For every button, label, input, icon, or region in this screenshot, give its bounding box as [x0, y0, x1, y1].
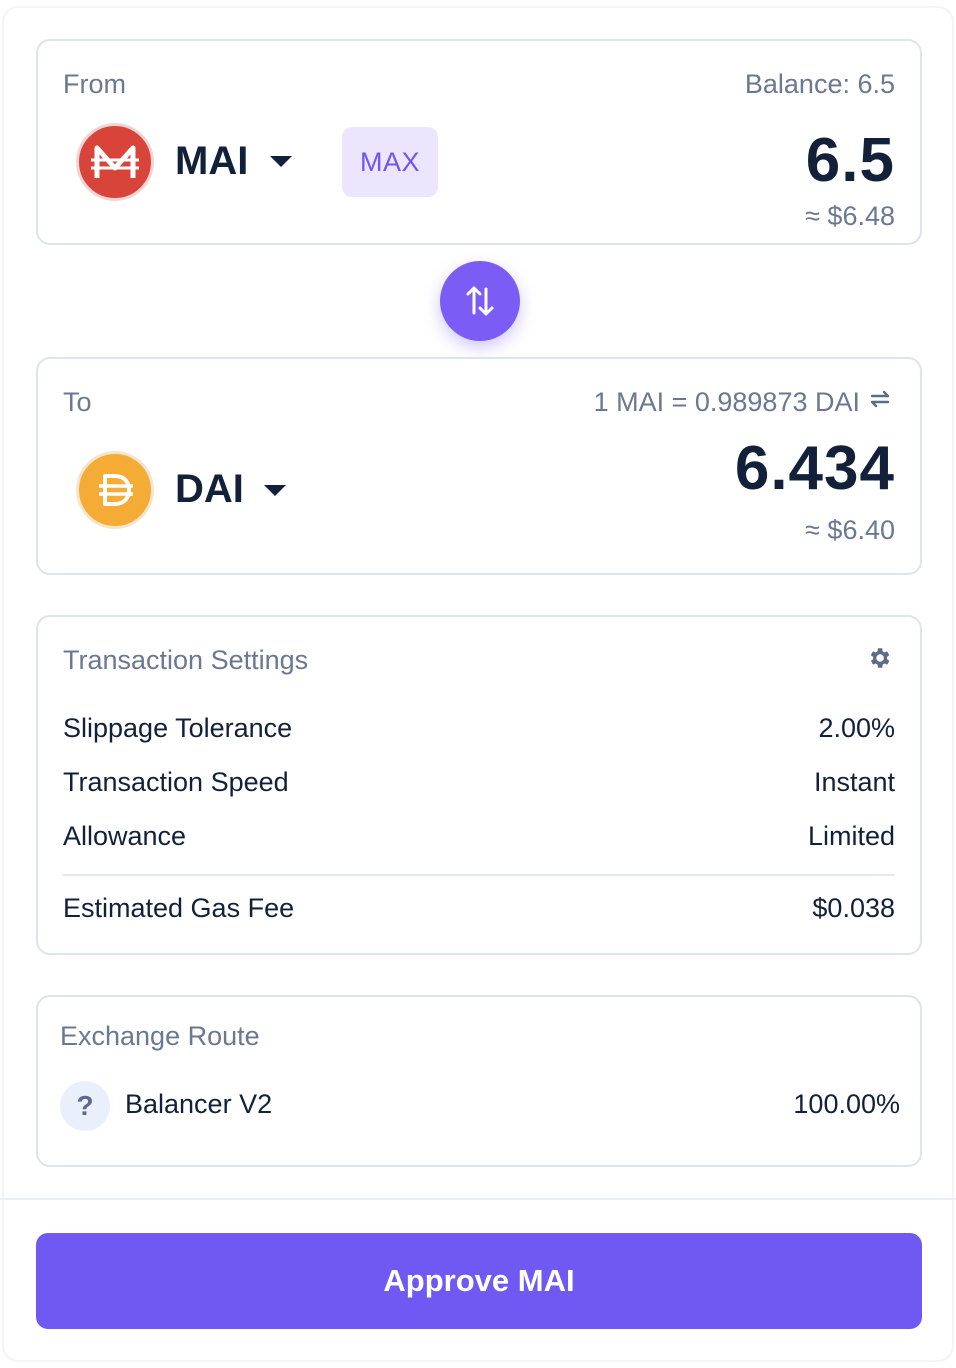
from-token-name[interactable]: MAI [175, 139, 248, 184]
slippage-label: Slippage Tolerance [63, 713, 293, 743]
approve-button[interactable]: Approve MAI [36, 1233, 922, 1329]
gas-fee-label: Estimated Gas Fee [63, 893, 295, 923]
to-token-name[interactable]: DAI [175, 467, 244, 512]
swap-panel: From Balance: 6.5 MAI MAX 6.5 ≈ $6.48 To… [0, 0, 956, 1368]
gas-fee-row: Estimated Gas Fee $0.038 [63, 893, 895, 924]
settings-divider [63, 874, 895, 876]
transaction-settings-card: Transaction Settings Slippage Tolerance … [36, 615, 922, 955]
settings-title: Transaction Settings [63, 645, 309, 675]
chevron-down-icon[interactable] [264, 485, 286, 496]
swap-arrows-icon [466, 286, 494, 316]
balance-label[interactable]: Balance: 6.5 [745, 69, 895, 100]
speed-value: Instant [813, 767, 895, 797]
gas-fee-value: $0.038 [812, 893, 895, 923]
allowance-label: Allowance [63, 821, 187, 851]
from-amount-input[interactable]: 6.5 [806, 125, 895, 196]
to-card: To 1 MAI = 0.989873 DAI DAI 6.434 ≈ $6.4… [36, 357, 922, 575]
question-icon: ? [60, 1081, 110, 1131]
route-percent: 100.00% [793, 1089, 900, 1119]
gear-icon[interactable] [866, 645, 892, 671]
from-label: From [63, 69, 126, 99]
route-name: Balancer V2 [125, 1089, 273, 1119]
route-title: Exchange Route [60, 1021, 260, 1051]
slippage-row[interactable]: Slippage Tolerance 2.00% [63, 713, 895, 744]
to-label: To [63, 387, 92, 417]
allowance-row[interactable]: Allowance Limited [63, 821, 895, 852]
max-button[interactable]: MAX [342, 127, 438, 197]
from-usd-value: ≈ $6.48 [805, 201, 895, 231]
allowance-value: Limited [807, 821, 895, 851]
dai-token-icon[interactable] [76, 451, 154, 529]
swap-direction-button[interactable] [440, 261, 520, 341]
exchange-rate: 1 MAI = 0.989873 DAI [593, 387, 860, 417]
to-usd-value: ≈ $6.40 [805, 515, 895, 545]
swap-rate-icon[interactable] [868, 389, 892, 409]
footer-divider [0, 1198, 956, 1200]
to-amount: 6.434 [734, 434, 895, 503]
slippage-value: 2.00% [818, 713, 895, 743]
from-card: From Balance: 6.5 MAI MAX 6.5 ≈ $6.48 [36, 39, 922, 245]
speed-label: Transaction Speed [63, 767, 289, 797]
exchange-route-card: Exchange Route ? Balancer V2 100.00% [36, 995, 922, 1167]
chevron-down-icon[interactable] [270, 156, 292, 167]
speed-row[interactable]: Transaction Speed Instant [63, 767, 895, 798]
mai-token-icon[interactable] [76, 123, 154, 201]
